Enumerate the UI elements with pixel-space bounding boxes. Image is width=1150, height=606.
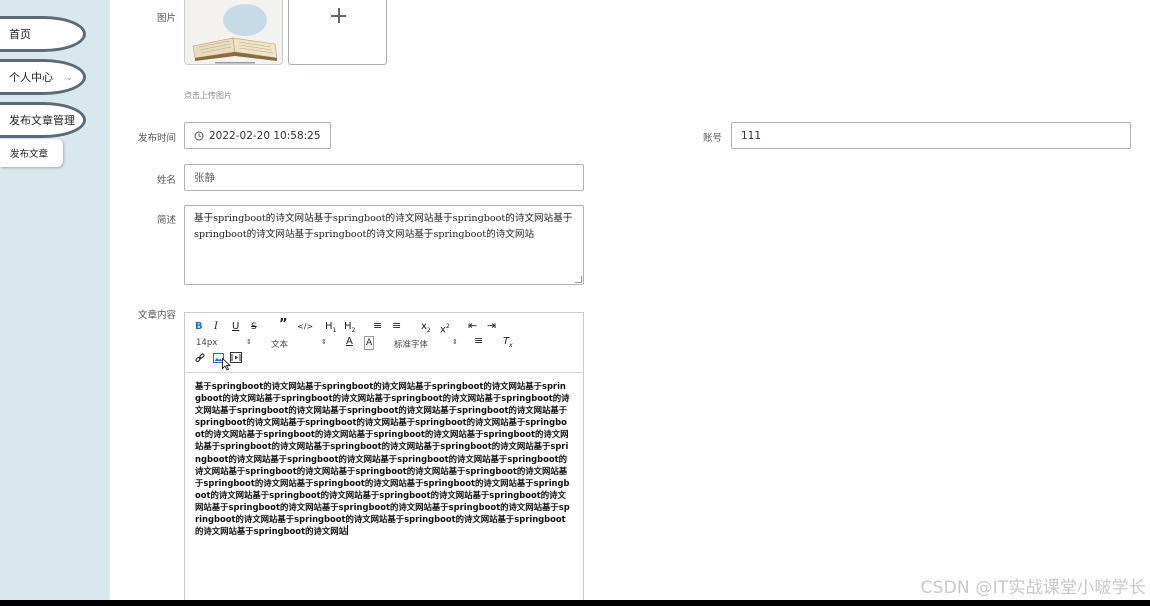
underline-icon[interactable]: U bbox=[232, 321, 239, 333]
bold-icon[interactable]: B bbox=[195, 321, 203, 333]
account-field[interactable]: 111 bbox=[731, 122, 1131, 149]
resize-handle[interactable] bbox=[575, 276, 582, 283]
paragraph-select[interactable]: 文本 ⇕ bbox=[271, 338, 329, 350]
publish-time-value: 2022-02-20 10:58:25 bbox=[209, 129, 321, 142]
sidebar-item-label: 个人中心 bbox=[9, 71, 53, 84]
sidebar-subitem-label: 发布文章 bbox=[10, 149, 49, 160]
sidebar-subitem-publish-article[interactable]: 发布文章 bbox=[0, 139, 63, 167]
select-arrow-icon: ⇕ bbox=[246, 338, 252, 346]
summary-label: 简述 bbox=[156, 215, 176, 226]
indent-icon[interactable]: ⇥ bbox=[487, 320, 496, 332]
background-color-icon[interactable]: A bbox=[364, 336, 375, 350]
sidebar-item-label: 发布文章管理 bbox=[9, 114, 75, 127]
clock-icon bbox=[194, 131, 204, 140]
watermark: CSDN @IT实战课堂小啵学长 bbox=[920, 578, 1146, 598]
publish-time-label: 发布时间 bbox=[137, 133, 176, 144]
page-root: { "sidebar": { "items": [ {"label": "首页"… bbox=[0, 0, 1150, 606]
code-block-icon[interactable]: </> bbox=[297, 321, 313, 333]
sidebar-item-label: 首页 bbox=[9, 28, 31, 41]
editor-content-text: 基于springboot的诗文网站基于springboot的诗文网站基于spri… bbox=[195, 381, 570, 537]
plus-icon-vertical bbox=[338, 8, 340, 23]
sidebar-item-home[interactable]: 首页 bbox=[0, 16, 86, 52]
heading1-icon[interactable]: H1 bbox=[325, 321, 336, 337]
image-upload-button[interactable] bbox=[288, 0, 387, 65]
font-color-icon[interactable]: A bbox=[346, 336, 353, 348]
sidebar-item-personal-center[interactable]: 个人中心 ⌄ bbox=[0, 59, 86, 95]
text-caret bbox=[346, 525, 348, 536]
sidebar-item-article-management[interactable]: 发布文章管理 bbox=[0, 102, 86, 138]
font-family-value: 标准字体 bbox=[394, 340, 429, 350]
editor-content[interactable]: 基于springboot的诗文网站基于springboot的诗文网站基于spri… bbox=[195, 380, 571, 537]
editor-toolbar: B I U S ” </> H1 H2 ≡ ≡ x2 x2 ⇤ ⇥ 14px ⇕… bbox=[185, 313, 583, 373]
align-icon[interactable]: ≡ bbox=[474, 335, 483, 347]
name-value: 张静 bbox=[194, 172, 215, 184]
rich-text-editor[interactable]: B I U S ” </> H1 H2 ≡ ≡ x2 x2 ⇤ ⇥ 14px ⇕… bbox=[184, 312, 584, 606]
account-label: 账号 bbox=[702, 133, 722, 144]
name-field[interactable]: 张静 bbox=[184, 164, 584, 191]
uploaded-image-thumbnail[interactable] bbox=[184, 0, 283, 65]
publish-time-picker[interactable]: 2022-02-20 10:58:25 bbox=[184, 122, 331, 149]
ordered-list-icon[interactable]: ≡ bbox=[373, 320, 382, 332]
upload-hint: 点击上传图片 bbox=[184, 91, 232, 100]
font-family-select[interactable]: 标准字体 ⇕ bbox=[394, 338, 460, 350]
font-size-value: 14px bbox=[196, 338, 218, 348]
outdent-icon[interactable]: ⇤ bbox=[468, 320, 477, 332]
paragraph-value: 文本 bbox=[271, 340, 289, 350]
video-icon[interactable] bbox=[230, 352, 242, 363]
bullet-list-icon[interactable]: ≡ bbox=[392, 320, 401, 332]
chevron-down-icon: ⌄ bbox=[65, 73, 73, 83]
sidebar: 首页 个人中心 ⌄ 发布文章管理 发布文章 bbox=[0, 0, 110, 600]
italic-icon[interactable]: I bbox=[214, 321, 218, 333]
superscript-icon[interactable]: x2 bbox=[440, 321, 450, 336]
clear-format-icon[interactable]: Tx bbox=[503, 336, 513, 352]
summary-textarea[interactable]: 基于springboot的诗文网站基于springboot的诗文网站基于spri… bbox=[184, 205, 584, 285]
bottom-bar bbox=[0, 600, 1150, 606]
strikethrough-icon[interactable]: S bbox=[251, 321, 257, 333]
heading2-icon[interactable]: H2 bbox=[344, 321, 355, 337]
font-size-select[interactable]: 14px ⇕ bbox=[196, 338, 254, 348]
blockquote-icon[interactable]: ” bbox=[279, 318, 288, 331]
select-arrow-icon: ⇕ bbox=[452, 338, 458, 346]
mouse-cursor-icon bbox=[222, 358, 231, 371]
summary-value: 基于springboot的诗文网站基于springboot的诗文网站基于spri… bbox=[194, 213, 573, 241]
content-label: 文章内容 bbox=[137, 310, 176, 321]
name-label: 姓名 bbox=[156, 175, 176, 186]
image-label: 图片 bbox=[156, 13, 176, 24]
book-image bbox=[185, 0, 282, 64]
account-value: 111 bbox=[741, 129, 762, 142]
select-arrow-icon: ⇕ bbox=[321, 338, 327, 346]
subscript-icon[interactable]: x2 bbox=[421, 321, 431, 337]
link-icon[interactable] bbox=[195, 353, 205, 363]
